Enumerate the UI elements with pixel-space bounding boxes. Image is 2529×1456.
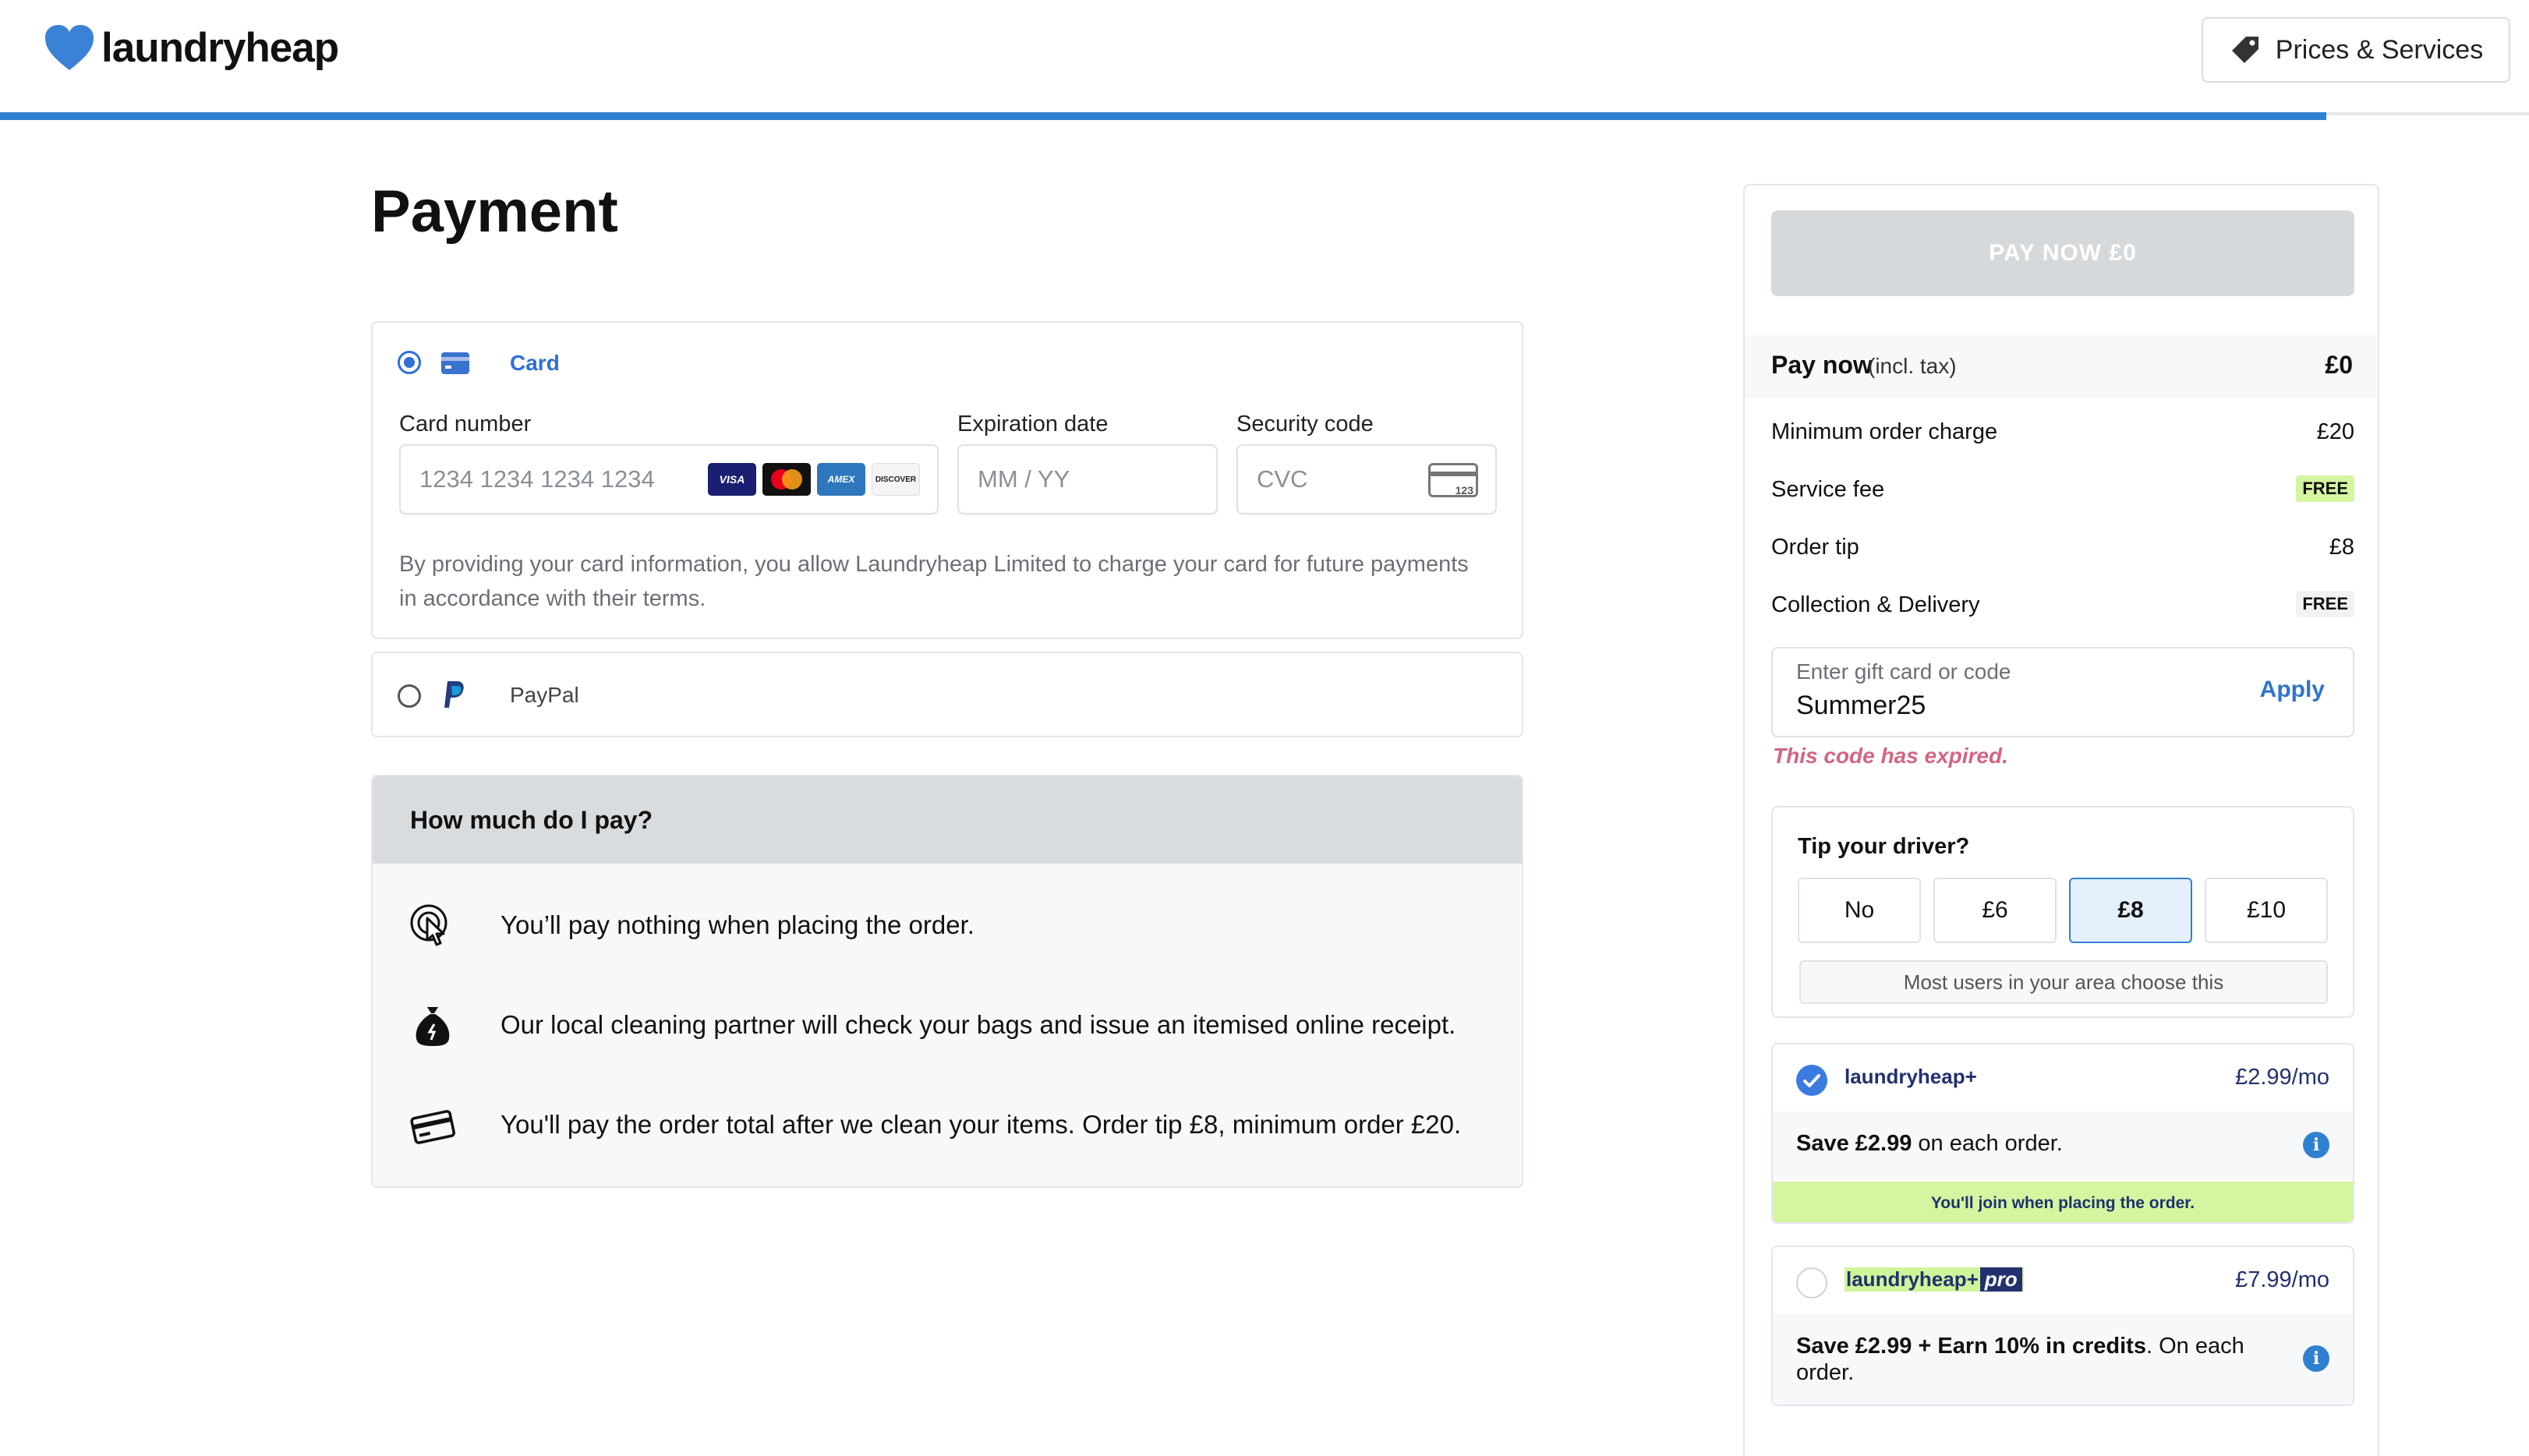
expiry-label: Expiration date (957, 412, 1109, 436)
how-much-item: You’ll pay nothing when placing the orde… (373, 893, 1522, 956)
discover-icon: DISCOVER (872, 463, 920, 496)
membership-name: laundryheap+ pro (1845, 1267, 2024, 1292)
gift-code-placeholder: Enter gift card or code (1796, 659, 2011, 684)
membership-checkbox[interactable] (1796, 1065, 1827, 1096)
expiry-input[interactable] (978, 446, 1196, 513)
paypal-icon (444, 681, 464, 708)
page-title: Payment (371, 178, 618, 245)
tip-option-6[interactable]: £6 (1933, 878, 2057, 943)
how-much-title: How much do I pay? (373, 776, 1522, 864)
summary-row-label: Service fee (1771, 477, 1885, 502)
membership-price: £2.99/mo (2235, 1065, 2329, 1090)
tip-option-10[interactable]: £10 (2205, 878, 2328, 943)
membership-name: laundryheap+ (1845, 1065, 1977, 1088)
summary-row-label: Minimum order charge (1771, 419, 1998, 444)
summary-row: Minimum order charge £20 (1771, 412, 2354, 451)
membership-option-pro[interactable]: laundryheap+ pro £7.99/mo Save £2.99 + Ea… (1771, 1246, 2354, 1406)
summary-row: Service fee FREE (1771, 469, 2354, 508)
cvc-label: Security code (1236, 412, 1374, 436)
how-much-text: You'll pay the order total after we clea… (500, 1110, 1462, 1139)
info-icon[interactable]: i (2303, 1132, 2329, 1158)
pro-tag: pro (1979, 1267, 2022, 1292)
prices-services-button[interactable]: Prices & Services (2202, 17, 2510, 83)
pay-now-label: Pay now (1771, 351, 1873, 379)
membership-checkbox[interactable] (1796, 1267, 1827, 1299)
tip-title: Tip your driver? (1798, 834, 1970, 859)
card-number-input[interactable] (419, 446, 708, 513)
pay-now-value: £0 (2325, 351, 2353, 379)
membership-price: £7.99/mo (2235, 1267, 2329, 1292)
price-tag-icon (2231, 37, 2258, 63)
order-summary-panel: PAY NOW £0 Pay now (incl. tax) £0 Minimu… (1743, 184, 2379, 1456)
amex-icon: AMEX (817, 463, 865, 496)
summary-row-value: £8 (2329, 535, 2354, 560)
summary-row: Order tip £8 (1771, 527, 2354, 566)
mastercard-icon (762, 463, 811, 496)
expiry-field[interactable] (957, 444, 1218, 514)
gift-code-value[interactable]: Summer25 (1796, 691, 1926, 721)
how-much-text: Our local cleaning partner will check yo… (500, 1010, 1456, 1039)
logo[interactable]: laundryheap (44, 23, 339, 72)
card-label: Card (510, 351, 560, 375)
cvc-field[interactable]: 123 (1236, 444, 1497, 514)
how-much-panel: How much do I pay? You’ll pay nothing wh… (371, 775, 1523, 1188)
prices-services-label: Prices & Services (2275, 34, 2484, 65)
membership-benefit: Save £2.99 + Earn 10% in credits. On eac… (1796, 1334, 2244, 1385)
top-header: laundryheap Prices & Services (0, 0, 2529, 115)
paypal-payment-option[interactable]: PayPal (371, 652, 1523, 737)
tip-hint: Most users in your area choose this (1799, 960, 2328, 1004)
paypal-label: PayPal (510, 683, 579, 707)
membership-option-plus[interactable]: laundryheap+ £2.99/mo Save £2.99 on each… (1771, 1043, 2354, 1224)
card-icon (441, 352, 469, 374)
membership-benefit: Save £2.99 on each order. (1796, 1131, 2063, 1156)
check-icon (1803, 1074, 1820, 1087)
card-radio[interactable] (398, 351, 421, 374)
pay-now-button[interactable]: PAY NOW £0 (1771, 210, 2354, 296)
card-payment-option[interactable]: Card Card number VISA AMEX DISCOVER Expi… (371, 321, 1523, 639)
info-icon[interactable]: i (2303, 1345, 2329, 1372)
tip-driver-panel: Tip your driver? No £6 £8 £10 Most users… (1771, 806, 2354, 1018)
visa-icon: VISA (708, 463, 756, 496)
pay-now-summary-row: Pay now (incl. tax) £0 (1745, 335, 2378, 398)
apply-code-button[interactable]: Apply (2260, 677, 2325, 703)
brand-name: laundryheap (101, 24, 339, 71)
paypal-radio[interactable] (398, 684, 421, 708)
cvc-input[interactable] (1257, 446, 1413, 513)
gift-code-field[interactable]: Enter gift card or code Summer25 Apply (1771, 647, 2354, 737)
summary-row-label: Order tip (1771, 535, 1859, 560)
how-much-text: You’ll pay nothing when placing the orde… (500, 910, 974, 939)
card-number-field[interactable]: VISA AMEX DISCOVER (399, 444, 939, 514)
summary-row-label: Collection & Delivery (1771, 592, 1980, 617)
how-much-item: You'll pay the order total after we clea… (373, 1093, 1522, 1155)
card-number-label: Card number (399, 412, 532, 436)
tip-option-8[interactable]: £8 (2069, 878, 2192, 943)
credit-card-icon (410, 1110, 455, 1144)
pay-now-sub: (incl. tax) (1868, 354, 1957, 378)
code-error-message: This code has expired. (1773, 744, 2008, 768)
free-badge: FREE (2296, 591, 2354, 617)
heart-logo-icon (45, 25, 94, 70)
checkout-progress-bar (0, 112, 2327, 120)
money-bag-icon (416, 1007, 450, 1046)
summary-row-value: £20 (2316, 419, 2354, 444)
membership-join-note: You'll join when placing the order. (1773, 1182, 2353, 1222)
free-badge: FREE (2296, 475, 2354, 502)
how-much-item: Our local cleaning partner will check yo… (373, 993, 1522, 1055)
tap-pointer-icon (410, 904, 447, 946)
cvc-icon-text: 123 (1455, 484, 1473, 497)
tip-option-no[interactable]: No (1798, 878, 1921, 943)
cvc-card-icon: 123 (1428, 463, 1478, 497)
card-consent-text: By providing your card information, you … (399, 552, 1469, 611)
summary-row: Collection & Delivery FREE (1771, 585, 2354, 624)
